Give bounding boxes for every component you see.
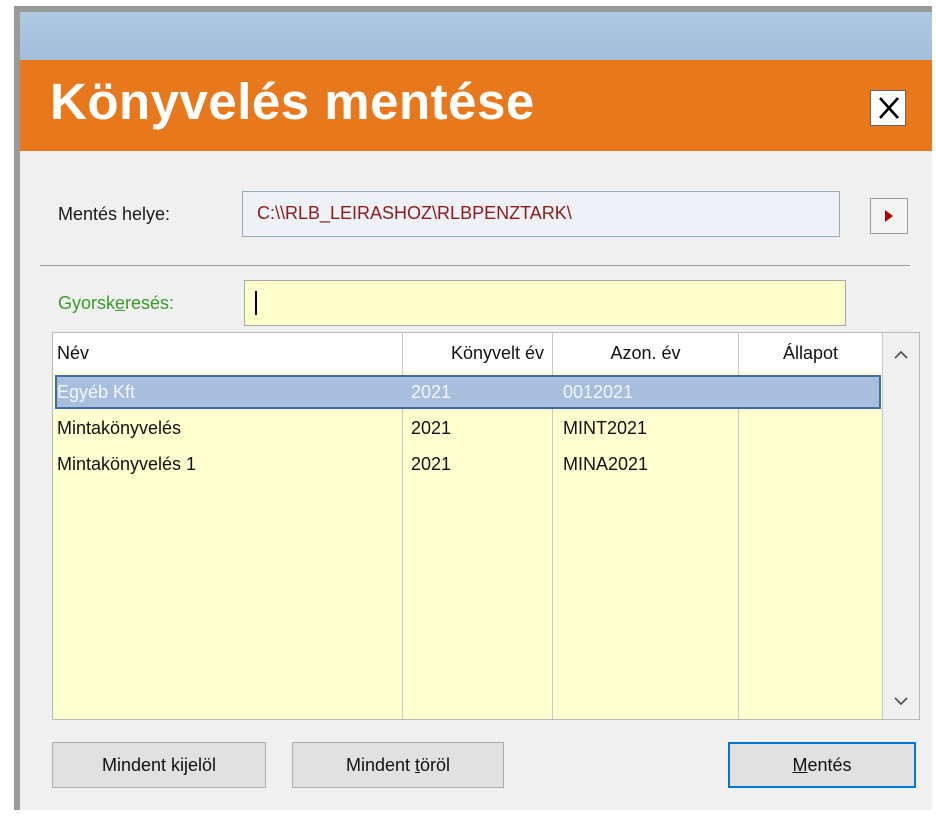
cell-year: 2021 [411, 382, 452, 402]
triangle-right-icon [885, 210, 893, 222]
table-row[interactable]: Egyéb Kft 2021 0012021 [55, 375, 881, 409]
cell-name: Mintakönyvelés [57, 418, 182, 438]
select-all-label-post: elöl [188, 755, 217, 775]
dialog-title: Könyvelés mentése [50, 73, 535, 130]
text-caret [255, 291, 257, 315]
table-body: Egyéb Kft 2021 0012021 Mintakönyvelés 20… [53, 373, 883, 719]
vertical-scrollbar[interactable] [883, 333, 919, 719]
clear-all-button[interactable]: Mindent töröl [292, 742, 504, 788]
location-path-field[interactable]: C:\\RLB_LEIRASHOZ\RLBPENZTARK\ [242, 191, 840, 237]
quick-search-label-post: resés: [125, 293, 175, 313]
cell-name: Mintakönyvelés 1 [57, 454, 197, 474]
save-label-hotkey: M [792, 755, 808, 775]
cell-id-year: MINA2021 [563, 454, 649, 474]
chevron-up-icon[interactable] [894, 350, 908, 359]
browse-button[interactable] [870, 198, 908, 234]
cell-id-year: 0012021 [563, 382, 634, 402]
select-all-label-pre: Mindent ki [101, 755, 184, 775]
save-button[interactable]: Mentés [728, 742, 916, 788]
column-header-status[interactable]: Állapot [739, 333, 883, 373]
location-path-value: C:\\RLB_LEIRASHOZ\RLBPENZTARK\ [257, 203, 572, 223]
cell-year: 2021 [411, 454, 452, 474]
column-header-id-year[interactable]: Azon. év [553, 333, 739, 373]
title-bar: Könyvelés mentése [20, 60, 932, 151]
cell-name: Egyéb Kft [57, 382, 136, 402]
location-label: Mentés helye: [58, 204, 171, 224]
table-header: Név Könyvelt év Azon. év Állapot [53, 333, 883, 373]
quick-search-input[interactable] [244, 280, 846, 326]
table-row[interactable]: Mintakönyvelés 1 2021 MINA2021 [55, 447, 881, 481]
cell-year: 2021 [411, 418, 452, 438]
close-button[interactable] [870, 90, 906, 126]
select-all-button[interactable]: Mindent kijelöl [52, 742, 266, 788]
clear-all-label-pre: Mindent [345, 755, 415, 775]
divider [40, 265, 910, 266]
window-top-strip [20, 12, 932, 60]
cell-id-year: MINT2021 [563, 418, 648, 438]
chevron-down-icon[interactable] [894, 697, 908, 706]
bookkeeping-table[interactable]: Név Könyvelt év Azon. év Állapot Egyéb K… [52, 332, 920, 720]
quick-search-label: Gyorskeresés: [58, 293, 174, 314]
quick-search-label-pre: Gyorsk [58, 293, 116, 313]
save-dialog: Könyvelés mentése Mentés helye: C:\\RLB_… [14, 6, 932, 810]
save-label-post: entés [807, 755, 852, 775]
table-row[interactable]: Mintakönyvelés 2021 MINT2021 [55, 411, 881, 445]
column-header-year[interactable]: Könyvelt év [403, 333, 553, 373]
column-header-name[interactable]: Név [53, 333, 403, 373]
close-icon [879, 97, 899, 119]
clear-all-label-post: öröl [420, 755, 451, 775]
quick-search-label-hotkey: e [115, 293, 126, 313]
